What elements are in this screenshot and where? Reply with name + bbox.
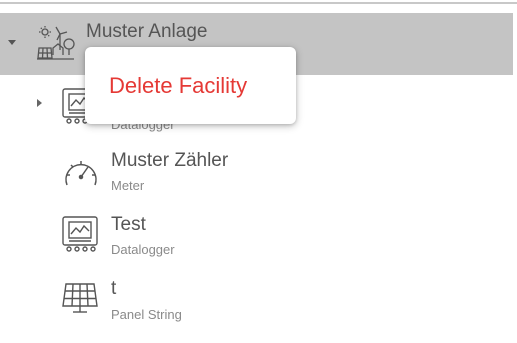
child-2-subtitle: Meter: [111, 178, 145, 193]
context-menu: Delete Facility: [85, 47, 296, 124]
facility-title: Muster Anlage: [86, 21, 208, 42]
child-4-title: t: [111, 278, 117, 299]
expand-caret-icon[interactable]: [37, 99, 42, 107]
child-2-title: Muster Zähler: [111, 150, 229, 171]
tree-node-panel-string[interactable]: [55, 276, 355, 324]
collapse-caret-icon[interactable]: [8, 40, 16, 45]
facility-icon: [36, 24, 76, 64]
child-3-subtitle: Datalogger: [111, 242, 175, 257]
delete-facility-menu-item[interactable]: Delete Facility: [109, 73, 247, 99]
solar-panel-icon: [62, 280, 100, 316]
meter-icon: [61, 155, 101, 191]
child-3-title: Test: [111, 214, 146, 235]
child-4-subtitle: Panel String: [111, 307, 182, 322]
datalogger-icon: [61, 215, 101, 253]
